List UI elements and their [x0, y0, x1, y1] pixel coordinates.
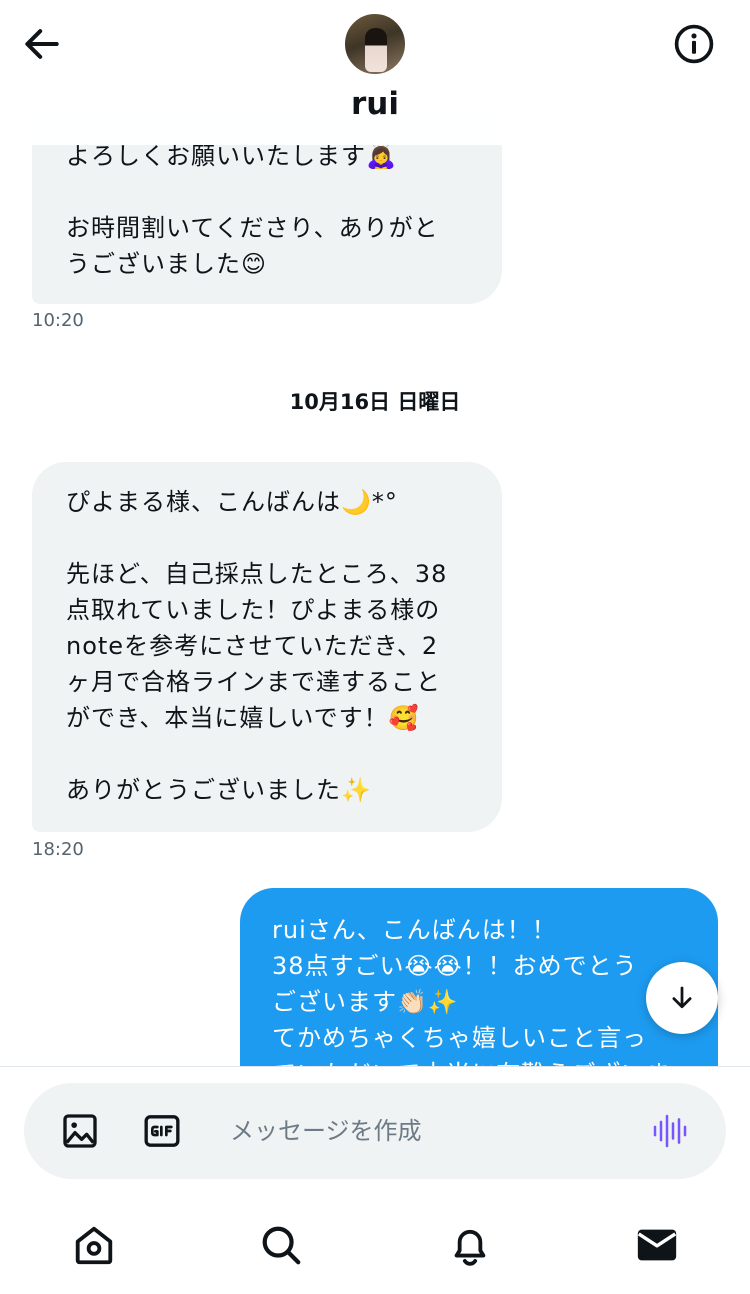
arrow-down-icon: [672, 986, 692, 1009]
info-circle-icon: [674, 24, 714, 64]
received-message-bubble[interactable]: ぴよまる様、こんばんは🌙*° 先ほど、自己採点したところ、38 点取れていました…: [32, 462, 502, 832]
bell-icon: [454, 1229, 486, 1266]
nav-notifications[interactable]: [447, 1222, 493, 1268]
conversation-header: rui: [0, 0, 585, 145]
bottom-navigation: [0, 1192, 750, 1294]
nav-messages[interactable]: [634, 1222, 680, 1268]
mail-icon: [637, 1229, 677, 1261]
add-gif-button[interactable]: [142, 1111, 182, 1151]
nav-home[interactable]: [71, 1222, 117, 1268]
add-image-button[interactable]: [60, 1111, 100, 1151]
arrow-left-icon: [25, 29, 59, 59]
home-icon: [75, 1226, 113, 1265]
conversation-info-button[interactable]: [672, 22, 716, 66]
avatar[interactable]: [343, 12, 407, 76]
sent-message-bubble[interactable]: ruiさん、こんばんは！！ 38点すごい😭😭！！おめでとう ございます👏🏻✨ て…: [240, 888, 718, 1066]
message-timestamp: 10:20: [32, 310, 84, 331]
message-thread[interactable]: よろしくお願いいたします🙇‍♀️ お時間割いてくださり、ありがと うございました…: [0, 0, 750, 1066]
composer-bar: [0, 1066, 750, 1192]
date-separator: 10月16日 日曜日: [289, 390, 461, 414]
scroll-to-bottom-button[interactable]: [646, 962, 718, 1034]
back-button[interactable]: [20, 22, 64, 66]
avatar-photo: [365, 28, 387, 72]
image-icon: [63, 1114, 97, 1148]
composer: [24, 1083, 726, 1179]
voice-message-button[interactable]: [650, 1111, 690, 1151]
search-icon: [262, 1226, 301, 1265]
conversation-title[interactable]: rui: [325, 86, 425, 122]
nav-search[interactable]: [258, 1222, 304, 1268]
message-input[interactable]: [230, 1111, 610, 1151]
gif-icon: [144, 1115, 180, 1147]
audio-waveform-icon: [653, 1114, 687, 1148]
message-timestamp: 18:20: [32, 839, 84, 860]
